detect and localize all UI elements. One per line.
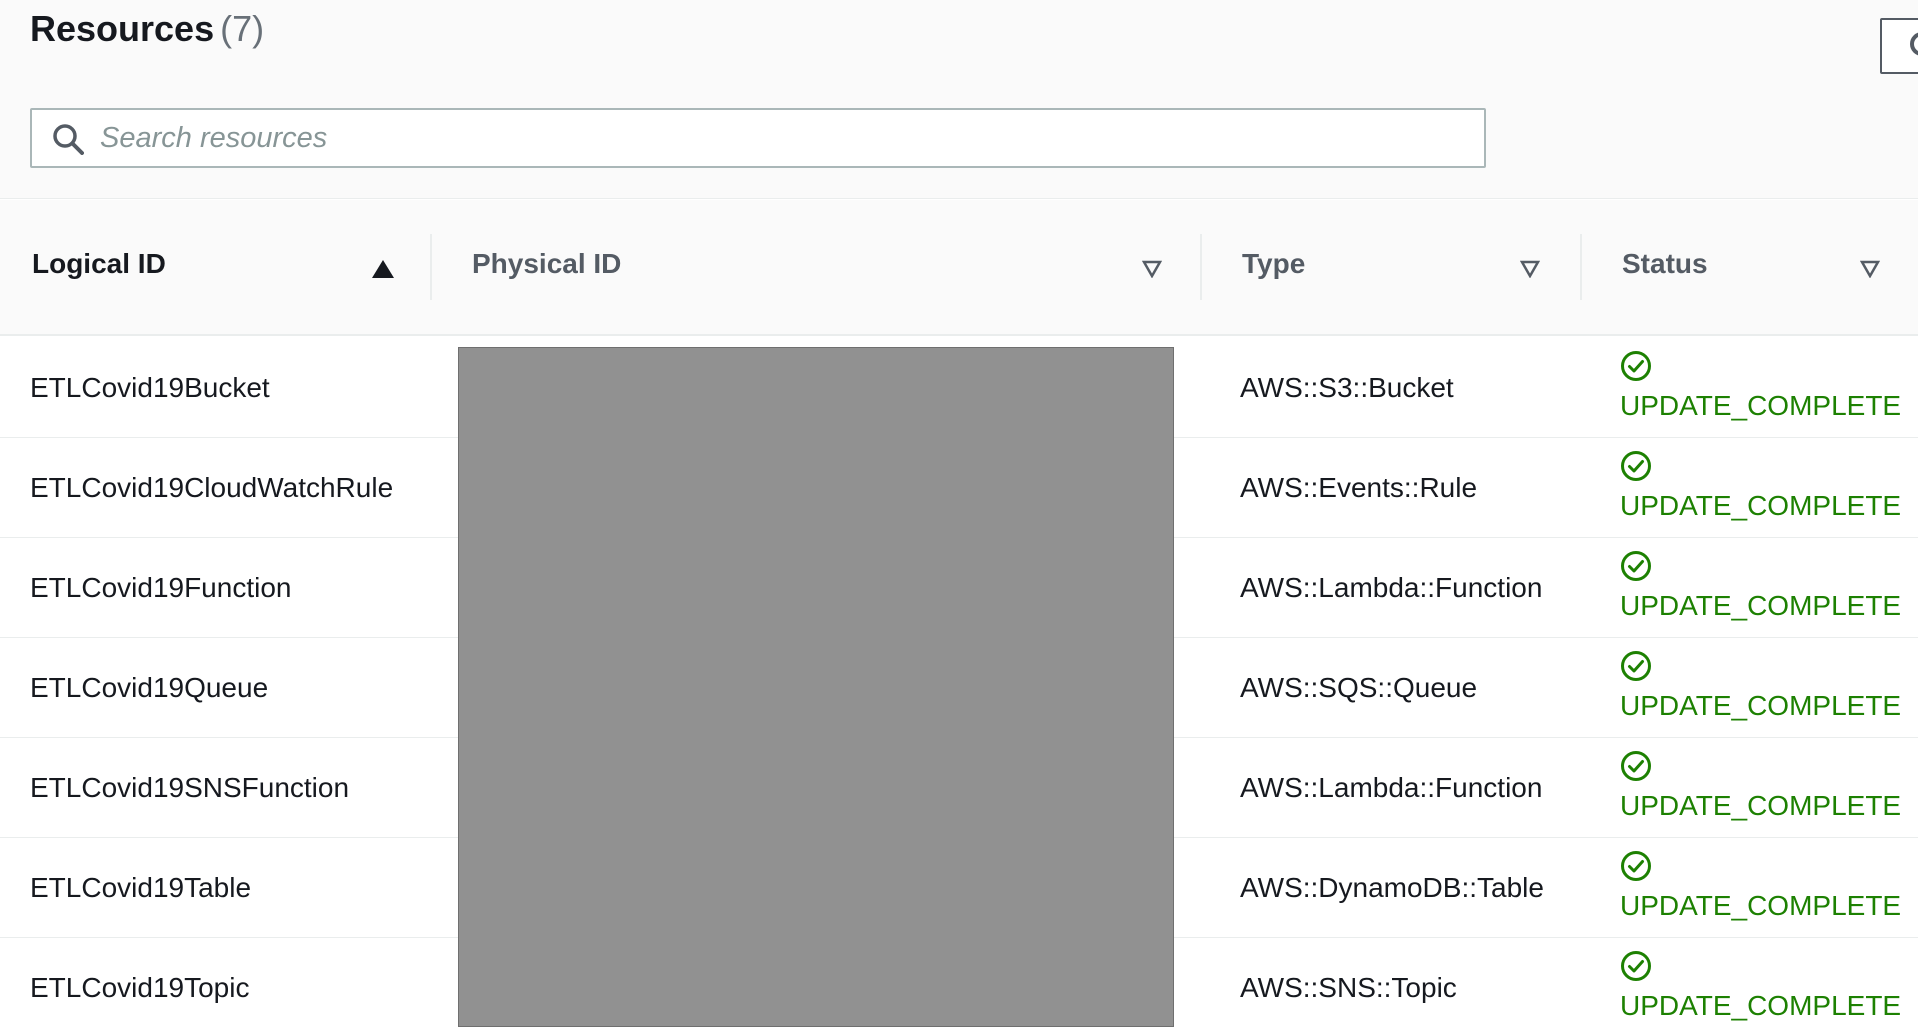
type-cell: AWS::SNS::Topic xyxy=(1240,972,1457,1003)
refresh-icon xyxy=(1910,32,1918,56)
resources-header: Resources (7) xyxy=(0,0,1918,199)
check-circle-icon xyxy=(1621,651,1651,681)
search-icon xyxy=(53,124,84,155)
check-circle-icon xyxy=(1621,551,1651,581)
status-text: UPDATE_COMPLETE xyxy=(1620,390,1902,421)
logical-id-cell: ETLCovid19Queue xyxy=(30,672,269,703)
cloudformation-resources-page: Resources(7) Logical ID Physical ID xyxy=(0,0,1918,1030)
sort-ascending-icon[interactable] xyxy=(372,260,394,278)
physical-id-redaction xyxy=(458,347,1174,1027)
check-circle-icon xyxy=(1621,851,1651,881)
column-label: Status xyxy=(1622,248,1708,279)
logical-id-cell: ETLCovid19Function xyxy=(30,572,292,603)
type-cell: AWS::SQS::Queue xyxy=(1240,672,1478,703)
logical-id-cell: ETLCovid19SNSFunction xyxy=(30,772,350,803)
status-text: UPDATE_COMPLETE xyxy=(1620,890,1902,921)
logical-id-cell: ETLCovid19Bucket xyxy=(30,372,270,403)
column-header-status[interactable]: Status xyxy=(1582,200,1918,334)
check-circle-icon xyxy=(1621,751,1651,781)
resource-count: (7) xyxy=(220,8,265,49)
sort-caret-down-icon[interactable] xyxy=(1520,260,1540,278)
logical-id-cell: ETLCovid19Topic xyxy=(30,972,250,1003)
check-circle-icon xyxy=(1621,451,1651,481)
column-header-type[interactable]: Type xyxy=(1202,200,1582,334)
status-text: UPDATE_COMPLETE xyxy=(1620,690,1902,721)
refresh-button[interactable] xyxy=(1880,18,1918,74)
type-cell: AWS::S3::Bucket xyxy=(1240,372,1454,403)
table-header: Logical ID Physical ID Type Status xyxy=(0,200,1918,336)
column-header-logical-id[interactable]: Logical ID xyxy=(0,200,432,334)
sort-caret-down-icon[interactable] xyxy=(1142,260,1162,278)
title-text: Resources xyxy=(30,8,215,49)
column-label: Logical ID xyxy=(32,248,166,279)
type-cell: AWS::Lambda::Function xyxy=(1240,572,1543,603)
type-cell: AWS::Lambda::Function xyxy=(1240,772,1543,803)
search-input[interactable] xyxy=(100,110,1460,166)
type-cell: AWS::DynamoDB::Table xyxy=(1240,872,1544,903)
column-header-physical-id[interactable]: Physical ID xyxy=(432,200,1202,334)
column-label: Type xyxy=(1242,248,1306,279)
check-circle-icon xyxy=(1621,351,1651,381)
check-circle-icon xyxy=(1621,951,1651,981)
status-text: UPDATE_COMPLETE xyxy=(1620,590,1902,621)
logical-id-cell: ETLCovid19Table xyxy=(30,872,252,903)
page-title: Resources (7) xyxy=(30,6,264,52)
logical-id-cell: ETLCovid19CloudWatchRule xyxy=(30,472,394,503)
status-text: UPDATE_COMPLETE xyxy=(1620,790,1902,821)
type-cell: AWS::Events::Rule xyxy=(1240,472,1478,503)
search-box[interactable] xyxy=(30,108,1486,168)
sort-caret-down-icon[interactable] xyxy=(1860,260,1880,278)
status-text: UPDATE_COMPLETE xyxy=(1620,990,1902,1021)
status-text: UPDATE_COMPLETE xyxy=(1620,490,1902,521)
column-label: Physical ID xyxy=(472,248,622,279)
